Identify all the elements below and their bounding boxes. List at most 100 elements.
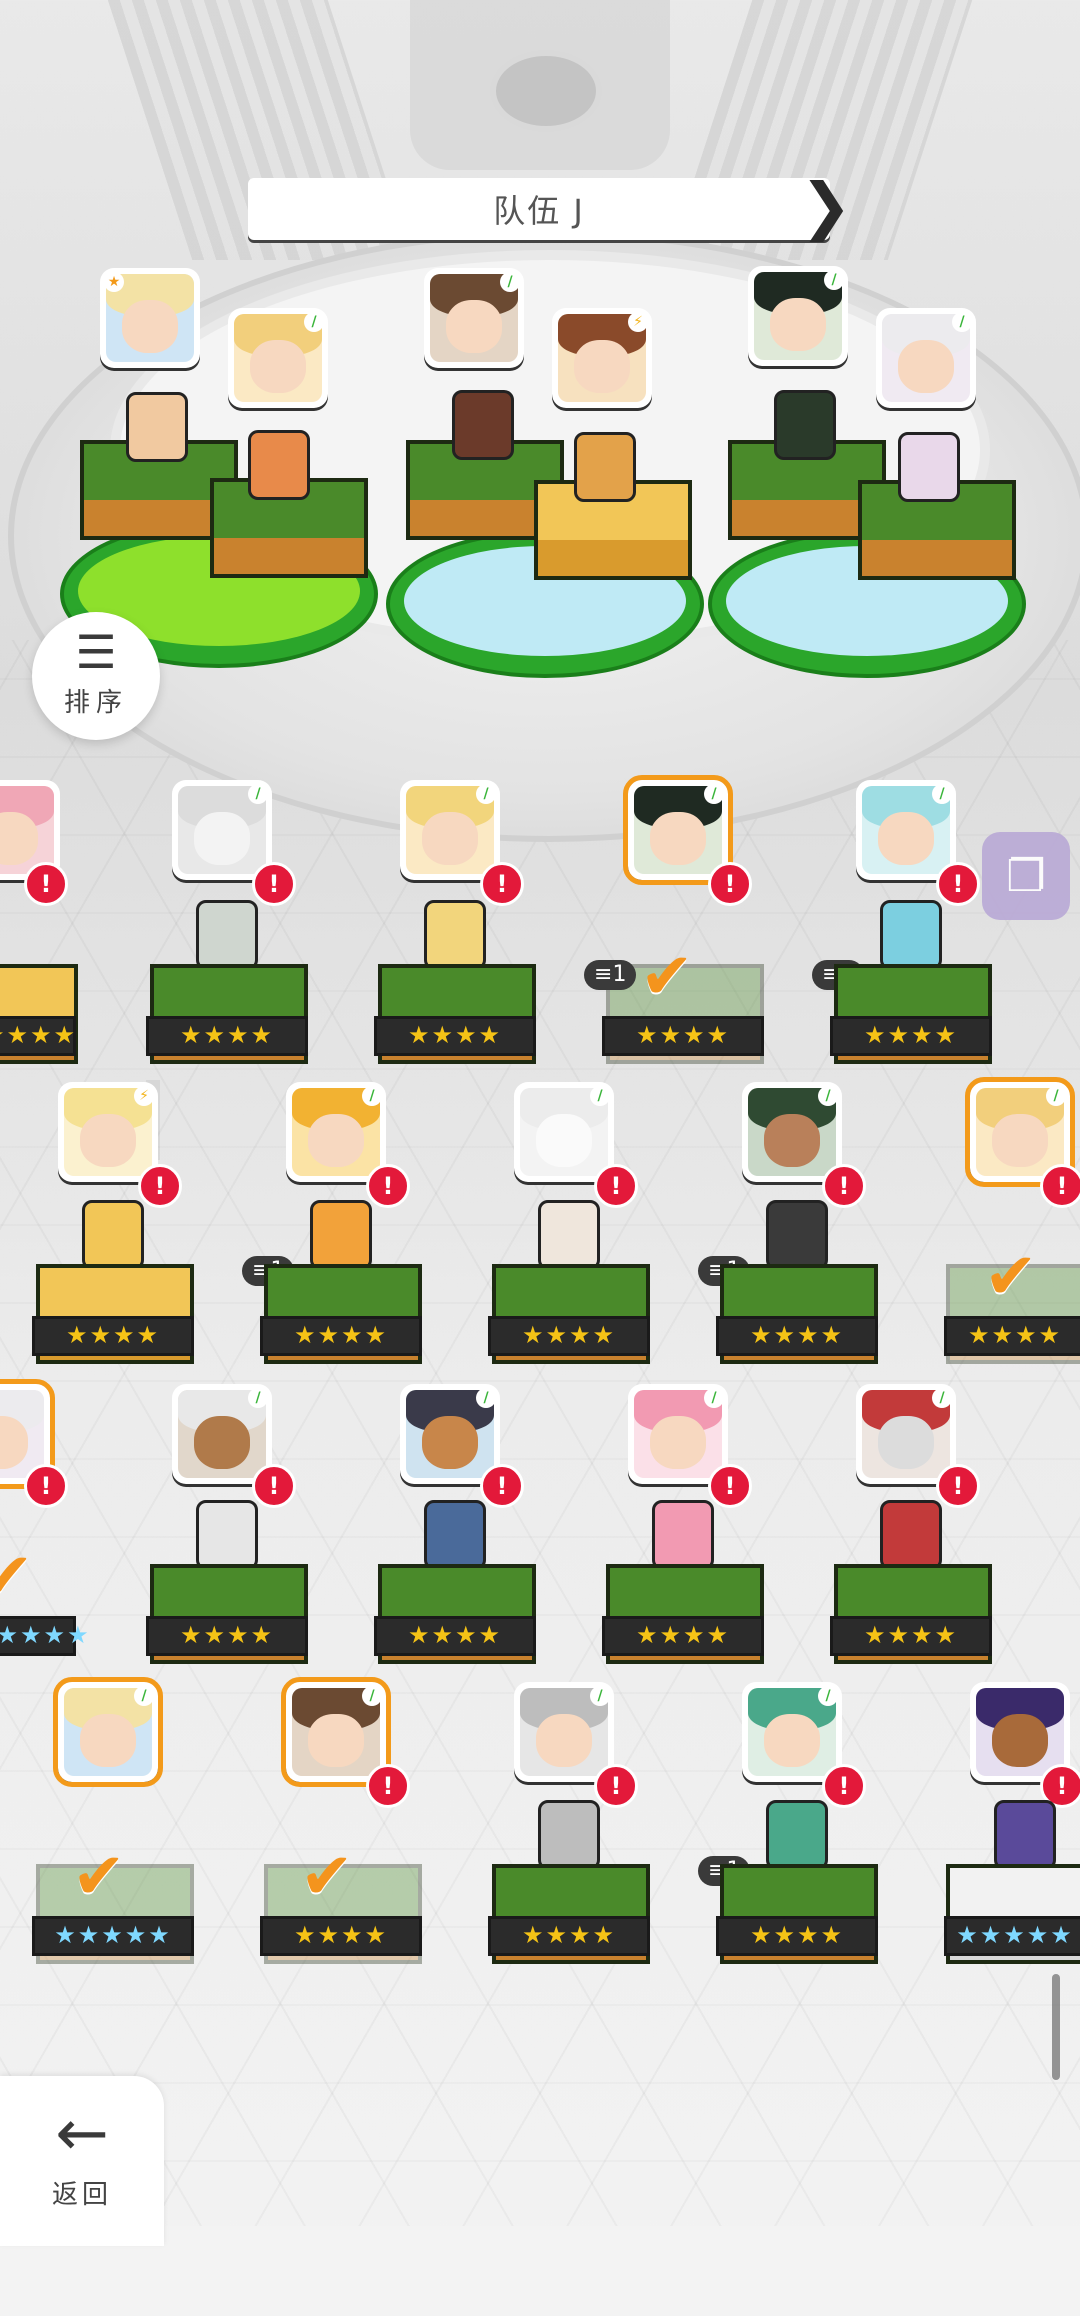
nature-element-icon: / bbox=[704, 784, 724, 804]
hero-sprite bbox=[766, 1800, 828, 1870]
nature-element-icon: / bbox=[1046, 1086, 1066, 1106]
star-rating: ★★★★ bbox=[830, 1016, 992, 1056]
hero-sprite bbox=[538, 1200, 600, 1270]
window-switch-button[interactable]: ❐ bbox=[982, 832, 1070, 920]
star-leader-icon: ★ bbox=[104, 272, 124, 292]
nature-element-icon: / bbox=[818, 1686, 838, 1706]
alert-badge: ! bbox=[822, 1764, 866, 1808]
hero-card-r3c3[interactable]: / bbox=[628, 1384, 728, 1484]
team-portrait-1[interactable]: ★ bbox=[100, 268, 200, 368]
team-name-bar: 队伍 J bbox=[248, 178, 830, 240]
hero-sprite bbox=[424, 900, 486, 970]
alert-badge: ! bbox=[708, 1464, 752, 1508]
star-rating: ★★★★★ bbox=[0, 1616, 89, 1656]
team-portrait-4[interactable]: ⚡ bbox=[552, 308, 652, 408]
star-rating: ★★★★ bbox=[830, 1616, 992, 1656]
hero-sprite bbox=[424, 1500, 486, 1570]
hero-sprite bbox=[310, 1200, 372, 1270]
scrollbar-thumb[interactable] bbox=[1052, 1974, 1060, 2080]
sort-button[interactable]: ☰ 排序 bbox=[32, 612, 160, 740]
next-team-arrow[interactable]: ❯ bbox=[800, 172, 852, 244]
nature-element-icon: / bbox=[134, 1686, 154, 1706]
team-hero-sprite-4[interactable] bbox=[574, 432, 636, 502]
hero-card-r4c1-selected[interactable]: / bbox=[281, 1677, 391, 1787]
alert-badge: ! bbox=[252, 862, 296, 906]
in-team-check-icon: ✔ bbox=[984, 1240, 1038, 1314]
alert-badge: ! bbox=[1040, 1164, 1080, 1208]
star-rating: ★★★★ bbox=[260, 1916, 422, 1956]
team-hero-sprite-6[interactable] bbox=[898, 432, 960, 502]
in-team-check-icon: ✔ bbox=[300, 1840, 354, 1914]
alert-badge: ! bbox=[936, 862, 980, 906]
nature-element-icon: / bbox=[590, 1686, 610, 1706]
team-hero-sprite-1[interactable] bbox=[126, 392, 188, 462]
hero-card-r1c1[interactable]: / bbox=[172, 780, 272, 880]
nature-element-icon: / bbox=[476, 1388, 496, 1408]
star-rating: ★★★★ bbox=[146, 1616, 308, 1656]
star-rating: ★★★★ bbox=[944, 1316, 1080, 1356]
hero-sprite bbox=[880, 900, 942, 970]
star-rating: ★★★★ bbox=[374, 1616, 536, 1656]
team-portrait-5[interactable]: / bbox=[748, 266, 848, 366]
hero-card-r3c2[interactable]: / bbox=[400, 1384, 500, 1484]
nature-element-icon: / bbox=[932, 1388, 952, 1408]
hero-card-r1c3-selected[interactable]: / bbox=[623, 775, 733, 885]
window-switch-icon: ❐ bbox=[1006, 850, 1046, 902]
sort-label: 排序 bbox=[63, 688, 128, 718]
in-team-check-icon: ✔ bbox=[0, 1540, 34, 1614]
alert-badge: ! bbox=[366, 1764, 410, 1808]
hero-card-r4c2[interactable]: / bbox=[514, 1682, 614, 1782]
in-team-check-icon: ✔ bbox=[640, 940, 694, 1014]
team-hero-sprite-5[interactable] bbox=[774, 390, 836, 460]
nature-element-icon: / bbox=[476, 784, 496, 804]
hero-card-r1c2[interactable]: / bbox=[400, 780, 500, 880]
alert-badge: ! bbox=[936, 1464, 980, 1508]
hero-card-r2c1[interactable]: / bbox=[286, 1082, 386, 1182]
hero-card-r3c4[interactable]: / bbox=[856, 1384, 956, 1484]
nature-element-icon: / bbox=[824, 270, 844, 290]
alert-badge: ! bbox=[822, 1164, 866, 1208]
team-portrait-6[interactable]: / bbox=[876, 308, 976, 408]
hero-card-r1c4[interactable]: / bbox=[856, 780, 956, 880]
alert-badge: ! bbox=[480, 1464, 524, 1508]
sort-lines-icon: ☰ bbox=[75, 625, 117, 679]
hero-sprite bbox=[880, 1500, 942, 1570]
alert-badge: ! bbox=[366, 1164, 410, 1208]
hero-card-r2c0[interactable]: ⚡ bbox=[58, 1082, 158, 1182]
nature-element-icon: / bbox=[932, 784, 952, 804]
hero-card-r4c3[interactable]: / bbox=[742, 1682, 842, 1782]
nature-element-icon: / bbox=[248, 784, 268, 804]
hero-card-r3c1[interactable]: / bbox=[172, 1384, 272, 1484]
nature-element-icon: / bbox=[304, 312, 324, 332]
nature-element-icon: / bbox=[362, 1086, 382, 1106]
star-rating: ★★★★ bbox=[602, 1616, 764, 1656]
hero-card-r2c3[interactable]: / bbox=[742, 1082, 842, 1182]
nature-element-icon: / bbox=[704, 1388, 724, 1408]
nature-element-icon: / bbox=[818, 1086, 838, 1106]
nature-element-icon: / bbox=[362, 1686, 382, 1706]
star-rating: ★★★★ bbox=[488, 1316, 650, 1356]
team-hero-sprite-3[interactable] bbox=[452, 390, 514, 460]
star-rating: ★★★★ bbox=[260, 1316, 422, 1356]
alert-badge: ! bbox=[252, 1464, 296, 1508]
star-rating: ★★★★ bbox=[0, 1016, 76, 1056]
star-rating: ★★★★ bbox=[32, 1316, 194, 1356]
back-arrow-icon: ← bbox=[55, 2097, 109, 2171]
nature-element-icon: / bbox=[248, 1388, 268, 1408]
hero-card-r2c2[interactable]: / bbox=[514, 1082, 614, 1182]
team-portrait-2[interactable]: / bbox=[228, 308, 328, 408]
alert-badge: ! bbox=[594, 1764, 638, 1808]
hero-sprite bbox=[196, 900, 258, 970]
team-portrait-3[interactable]: / bbox=[424, 268, 524, 368]
alert-badge: ! bbox=[138, 1164, 182, 1208]
nature-element-icon: / bbox=[952, 312, 972, 332]
star-rating: ★★★★ bbox=[488, 1916, 650, 1956]
hero-card-r4c0-selected[interactable]: / bbox=[53, 1677, 163, 1787]
star-rating: ★★★★ bbox=[374, 1016, 536, 1056]
hero-sprite bbox=[652, 1500, 714, 1570]
hero-sprite bbox=[766, 1200, 828, 1270]
star-rating: ★★★★★ bbox=[32, 1916, 194, 1956]
team-hero-sprite-2[interactable] bbox=[248, 430, 310, 500]
star-rating: ★★★★ bbox=[716, 1916, 878, 1956]
back-button[interactable]: ← 返回 bbox=[0, 2076, 164, 2246]
